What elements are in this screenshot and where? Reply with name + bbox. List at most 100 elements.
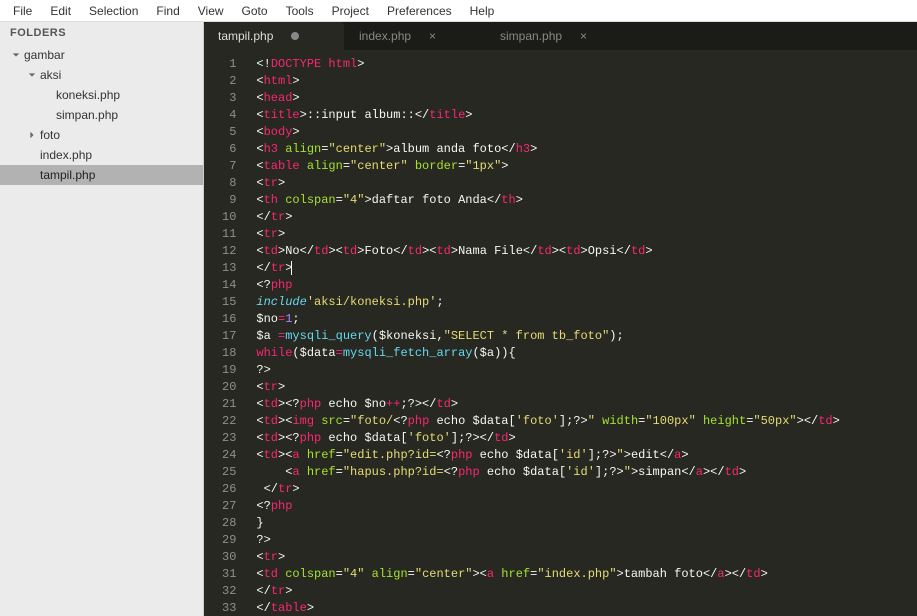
line-number: 14 <box>222 277 236 294</box>
tree-item-label: foto <box>40 128 60 142</box>
tab[interactable]: tampil.php <box>204 22 344 50</box>
code-line[interactable]: <title>::input album::</title> <box>256 107 917 124</box>
code-line[interactable]: <td><?php echo $data['foto'];?></td> <box>256 430 917 447</box>
tab-close-icon[interactable]: × <box>580 29 587 43</box>
line-number: 25 <box>222 464 236 481</box>
code-line[interactable]: ?> <box>256 532 917 549</box>
tree-item-label: gambar <box>24 48 65 62</box>
line-number: 15 <box>222 294 236 311</box>
menu-item-edit[interactable]: Edit <box>41 1 80 21</box>
code-line[interactable]: include'aksi/koneksi.php'; <box>256 294 917 311</box>
line-number: 16 <box>222 311 236 328</box>
code-line[interactable]: <html> <box>256 73 917 90</box>
line-number: 29 <box>222 532 236 549</box>
menu-item-help[interactable]: Help <box>461 1 504 21</box>
code-line[interactable]: <table align="center" border="1px"> <box>256 158 917 175</box>
line-number: 11 <box>222 226 236 243</box>
code-line[interactable]: <?php <box>256 498 917 515</box>
code-content[interactable]: <!DOCTYPE html><html><head><title>::inpu… <box>248 50 917 616</box>
code-line[interactable]: <td><?php echo $no++;?></td> <box>256 396 917 413</box>
code-line[interactable]: <tr> <box>256 379 917 396</box>
menu-item-view[interactable]: View <box>189 1 233 21</box>
line-number: 21 <box>222 396 236 413</box>
tree-item-label: tampil.php <box>40 168 95 182</box>
code-line[interactable]: <th colspan="4">daftar foto Anda</th> <box>256 192 917 209</box>
code-line[interactable]: while($data=mysqli_fetch_array($a)){ <box>256 345 917 362</box>
chevron-down-icon[interactable] <box>26 69 38 81</box>
line-number: 22 <box>222 413 236 430</box>
tree-item-label: aksi <box>40 68 61 82</box>
line-number: 7 <box>222 158 236 175</box>
menu-item-tools[interactable]: Tools <box>277 1 323 21</box>
line-number: 17 <box>222 328 236 345</box>
line-number: 20 <box>222 379 236 396</box>
code-line[interactable]: <td>No</td><td>Foto</td><td>Nama File</t… <box>256 243 917 260</box>
code-line[interactable]: <head> <box>256 90 917 107</box>
code-line[interactable]: <?php <box>256 277 917 294</box>
line-number: 26 <box>222 481 236 498</box>
menu-item-goto[interactable]: Goto <box>233 1 277 21</box>
code-line[interactable]: <td><a href="edit.php?id=<?php echo $dat… <box>256 447 917 464</box>
tab-bar: tampil.php index.php×simpan.php× <box>204 22 917 50</box>
code-line[interactable]: </tr> <box>256 481 917 498</box>
editor-area: tampil.phpindex.php×simpan.php× 12345678… <box>204 22 917 616</box>
line-number: 32 <box>222 583 236 600</box>
menu-item-selection[interactable]: Selection <box>80 1 147 21</box>
line-number: 19 <box>222 362 236 379</box>
code-line[interactable]: </tr> <box>256 260 917 277</box>
tree-item[interactable]: gambar <box>0 45 203 65</box>
tree-item[interactable]: foto <box>0 125 203 145</box>
code-line[interactable]: <!DOCTYPE html> <box>256 56 917 73</box>
tab[interactable]: index.php× <box>345 22 485 50</box>
line-number: 23 <box>222 430 236 447</box>
line-number: 2 <box>222 73 236 90</box>
line-number: 4 <box>222 107 236 124</box>
code-line[interactable]: <tr> <box>256 226 917 243</box>
code-line[interactable]: <td><img src="foto/<?php echo $data['fot… <box>256 413 917 430</box>
tree-item[interactable]: index.php <box>0 145 203 165</box>
tab-dirty-indicator-icon[interactable] <box>291 32 299 40</box>
line-number: 28 <box>222 515 236 532</box>
line-number: 1 <box>222 56 236 73</box>
tree-item-label: index.php <box>40 148 92 162</box>
tree-item[interactable]: aksi <box>0 65 203 85</box>
code-line[interactable]: <tr> <box>256 175 917 192</box>
code-line[interactable]: <tr> <box>256 549 917 566</box>
code-editor[interactable]: 1234567891011121314151617181920212223242… <box>204 50 917 616</box>
code-line[interactable]: </tr> <box>256 583 917 600</box>
code-line[interactable]: $a =mysqli_query($koneksi,"SELECT * from… <box>256 328 917 345</box>
tree-item[interactable]: koneksi.php <box>0 85 203 105</box>
code-line[interactable]: ?> <box>256 362 917 379</box>
code-line[interactable]: <a href="hapus.php?id=<?php echo $data['… <box>256 464 917 481</box>
tree-item[interactable]: tampil.php <box>0 165 203 185</box>
code-line[interactable]: <td colspan="4" align="center"><a href="… <box>256 566 917 583</box>
tab-label: tampil.php <box>218 29 273 43</box>
line-number: 9 <box>222 192 236 209</box>
tree-spacer <box>42 89 54 101</box>
chevron-down-icon[interactable] <box>10 49 22 61</box>
main-area: FOLDERS gambaraksikoneksi.phpsimpan.phpf… <box>0 22 917 616</box>
tab-close-icon[interactable]: × <box>429 29 436 43</box>
line-number-gutter: 1234567891011121314151617181920212223242… <box>204 50 248 616</box>
code-line[interactable]: </tr> <box>256 209 917 226</box>
menu-item-file[interactable]: File <box>4 1 41 21</box>
folder-tree: gambar aksi koneksi.phpsimpan.php foto index… <box>0 43 203 616</box>
line-number: 12 <box>222 243 236 260</box>
tree-spacer <box>26 169 38 181</box>
line-number: 10 <box>222 209 236 226</box>
code-line[interactable]: </table> <box>256 600 917 616</box>
line-number: 13 <box>222 260 236 277</box>
code-line[interactable]: <h3 align="center">album anda foto</h3> <box>256 141 917 158</box>
menu-item-project[interactable]: Project <box>323 1 378 21</box>
code-line[interactable]: <body> <box>256 124 917 141</box>
tab[interactable]: simpan.php× <box>486 22 626 50</box>
tree-item[interactable]: simpan.php <box>0 105 203 125</box>
chevron-right-icon[interactable] <box>26 129 38 141</box>
code-line[interactable]: $no=1; <box>256 311 917 328</box>
text-cursor <box>291 261 292 275</box>
tree-spacer <box>42 109 54 121</box>
menu-item-preferences[interactable]: Preferences <box>378 1 461 21</box>
menu-item-find[interactable]: Find <box>147 1 188 21</box>
code-line[interactable]: } <box>256 515 917 532</box>
line-number: 5 <box>222 124 236 141</box>
